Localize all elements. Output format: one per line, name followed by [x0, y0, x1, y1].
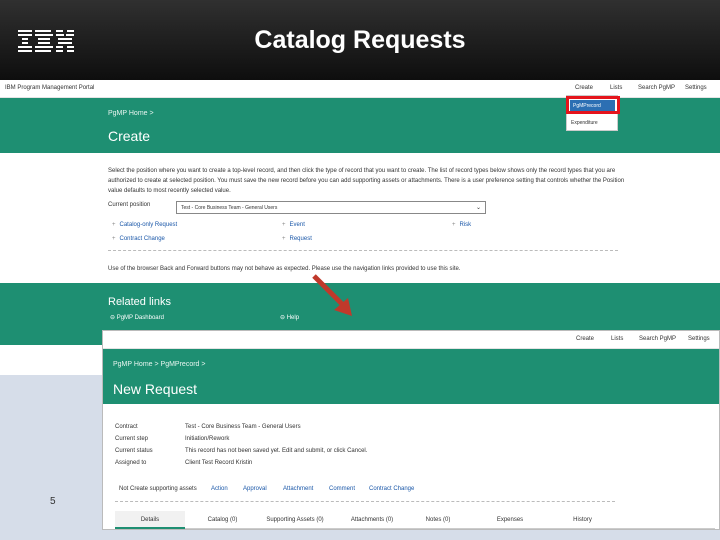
plus-icon: +	[112, 236, 116, 242]
related-link-help[interactable]: ⊖ Help	[280, 314, 299, 321]
record-type-contract-change[interactable]: + Contract Change	[112, 236, 165, 242]
action-link-approval[interactable]: Approval	[243, 486, 267, 492]
tab-details[interactable]: Details	[115, 511, 185, 529]
current-position-label: Current position	[108, 202, 151, 208]
app-name: IBM Program Management Portal	[5, 85, 95, 91]
top-nav-bar: Create Lists Search PgMP Settings	[103, 331, 719, 349]
record-type-label: Risk	[459, 222, 472, 228]
divider	[115, 501, 615, 502]
field-label-assigned-to: Assigned to	[115, 460, 147, 466]
current-position-select[interactable]: Test - Core Business Team - General User…	[176, 201, 486, 214]
plus-icon: +	[452, 222, 456, 228]
current-position-value: Test - Core Business Team - General User…	[181, 205, 278, 211]
new-request-screenshot: Create Lists Search PgMP Settings PgMP H…	[102, 330, 720, 530]
plus-icon: +	[112, 222, 116, 228]
action-link-contract-change[interactable]: Contract Change	[369, 486, 414, 492]
tab-attachments[interactable]: Attachments (0)	[337, 511, 407, 529]
divider	[108, 250, 618, 251]
field-value-contract: Test - Core Business Team - General User…	[185, 424, 301, 430]
plus-icon: +	[282, 236, 286, 242]
page-title: Create	[108, 128, 151, 144]
breadcrumb[interactable]: PgMP Home > PgMPrecord >	[113, 361, 205, 368]
nav-lists[interactable]: Lists	[610, 85, 622, 91]
navigation-note: Use of the browser Back and Forward butt…	[108, 266, 461, 272]
record-type-catalog-only-request[interactable]: + Catalog-only Request	[112, 222, 177, 228]
related-links-heading: Related links	[108, 296, 171, 308]
breadcrumb[interactable]: PgMP Home >	[108, 110, 154, 117]
nav-settings[interactable]: Settings	[688, 336, 710, 342]
nav-create[interactable]: Create	[575, 85, 593, 91]
tab-supporting-assets[interactable]: Supporting Assets (0)	[260, 511, 330, 529]
supporting-assets-label: Not Create supporting assets	[119, 486, 197, 492]
plus-icon: +	[282, 222, 286, 228]
tab-catalog[interactable]: Catalog (0)	[190, 511, 255, 529]
nav-search[interactable]: Search PgMP	[639, 336, 676, 342]
field-value-current-step: Initiation/Rework	[185, 436, 230, 442]
record-type-label: Request	[289, 236, 312, 242]
related-link-label: Help	[286, 315, 300, 321]
slide-header: Catalog Requests	[0, 0, 720, 80]
slide-title: Catalog Requests	[254, 26, 466, 54]
record-type-label: Catalog-only Request	[119, 222, 178, 228]
tab-expenses[interactable]: Expenses	[480, 511, 540, 529]
nav-create[interactable]: Create	[576, 336, 594, 342]
field-label-current-status: Current status	[115, 448, 153, 454]
instructions-text: Select the position where you want to cr…	[108, 168, 625, 194]
nav-settings[interactable]: Settings	[685, 85, 707, 91]
nav-lists[interactable]: Lists	[611, 336, 623, 342]
create-dropdown-menu: PgMPrecord Expenditure	[566, 95, 620, 131]
action-link-attachment[interactable]: Attachment	[283, 486, 313, 492]
highlight-box	[566, 96, 620, 114]
related-link-label: PgMP Dashboard	[116, 315, 164, 321]
dropdown-item-expenditure[interactable]: Expenditure	[571, 120, 598, 126]
nav-search[interactable]: Search PgMP	[638, 85, 675, 91]
related-link-dashboard[interactable]: ⊖ PgMP Dashboard	[110, 314, 164, 321]
record-type-label: Contract Change	[119, 236, 165, 242]
new-request-banner: PgMP Home > PgMPrecord > New Request	[103, 349, 719, 404]
slide-number: 5	[50, 496, 56, 507]
field-value-assigned-to: Client Test Record Kristin	[185, 460, 253, 466]
chevron-down-icon: ⌄	[475, 205, 481, 211]
record-type-label: Event	[289, 222, 305, 228]
tab-bar: Details Catalog (0) Supporting Assets (0…	[115, 511, 715, 529]
field-value-current-status: This record has not been saved yet. Edit…	[185, 448, 368, 454]
action-link-comment[interactable]: Comment	[329, 486, 355, 492]
action-link-action[interactable]: Action	[211, 486, 228, 492]
record-type-risk[interactable]: + Risk	[452, 222, 471, 228]
page-title: New Request	[113, 381, 198, 397]
red-arrow-icon	[312, 274, 352, 316]
record-type-request[interactable]: + Request	[282, 236, 312, 242]
tab-notes[interactable]: Notes (0)	[413, 511, 463, 529]
tab-history[interactable]: History	[555, 511, 610, 529]
field-label-contract: Contract	[115, 424, 138, 430]
record-type-event[interactable]: + Event	[282, 222, 305, 228]
field-label-current-step: Current step	[115, 436, 149, 442]
